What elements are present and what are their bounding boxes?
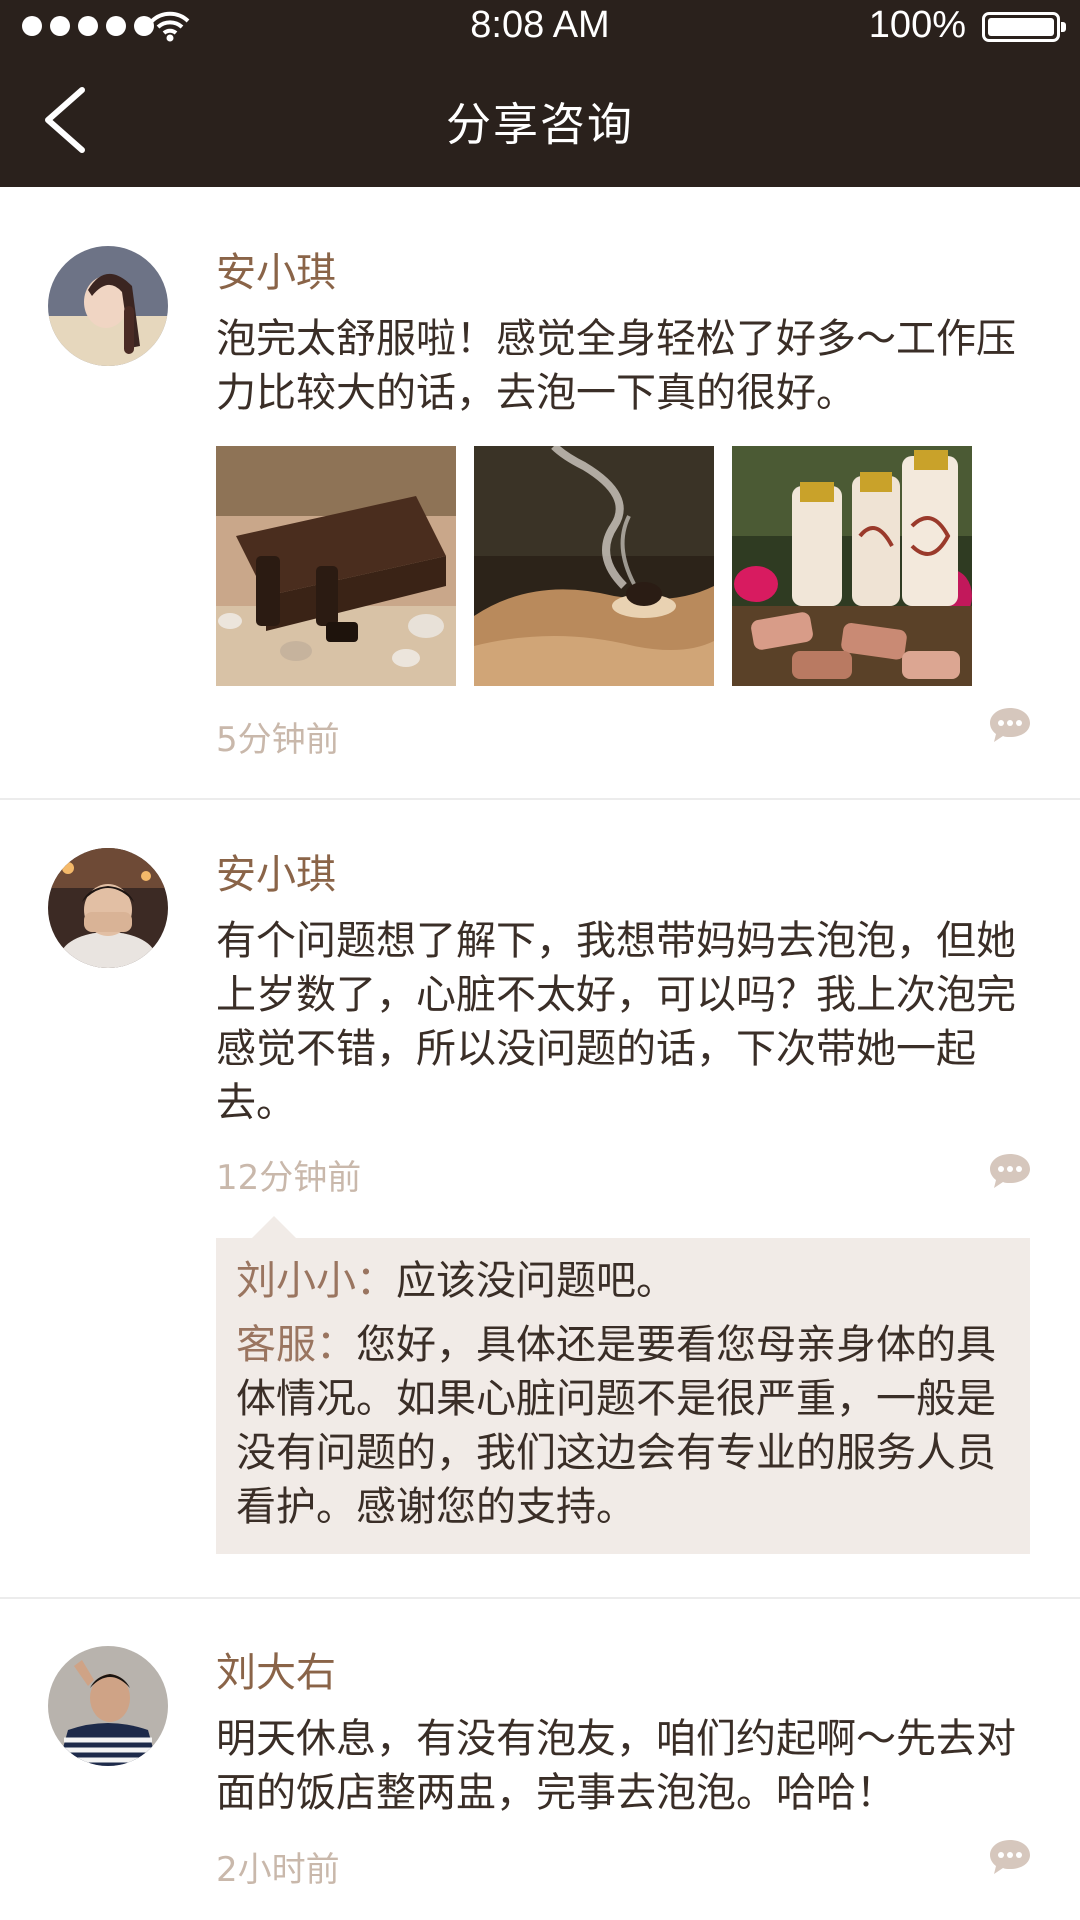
comment-icon[interactable] [988, 1152, 1032, 1190]
reply-pointer [252, 1216, 296, 1238]
battery-icon [982, 12, 1066, 42]
reply-item: 刘小小：应该没问题吧。 [236, 1254, 1016, 1308]
post-time: 2小时前 [216, 1850, 340, 1890]
post-text: 明天休息，有没有泡友，咱们约起啊～先去对面的饭店整两盅，完事去泡泡。哈哈！ [216, 1716, 1016, 1816]
user-name[interactable]: 刘大右 [216, 1640, 336, 1698]
comment-icon[interactable] [988, 1838, 1032, 1876]
reply-box: 刘小小：应该没问题吧。 客服：您好，具体还是要看您母亲身体的具体情况。如果心脏问… [216, 1238, 1030, 1554]
top-bar: 8:08 AM 100% 分享咨询 [0, 0, 1080, 187]
photo-thumbnail[interactable] [474, 446, 714, 686]
reply-text: 应该没问题吧。 [396, 1258, 676, 1304]
divider [0, 1597, 1080, 1599]
divider [0, 798, 1080, 800]
page-title: 分享咨询 [445, 98, 634, 151]
battery-percent: 100% [868, 4, 966, 46]
reply-author[interactable]: 客服： [236, 1322, 356, 1368]
reply-item: 客服：您好，具体还是要看您母亲身体的具体情况。如果心脏问题不是很严重，一般是没有… [236, 1318, 1016, 1534]
post-text: 有个问题想了解下，我想带妈妈去泡泡，但她上岁数了，心脏不太好，可以吗？我上次泡完… [216, 918, 1016, 1126]
post-text: 泡完太舒服啦！感觉全身轻松了好多～工作压力比较大的话，去泡一下真的很好。 [216, 316, 1016, 416]
photo-thumbnail[interactable] [732, 446, 972, 686]
post-time: 5分钟前 [216, 720, 340, 760]
user-name[interactable]: 安小琪 [216, 240, 336, 298]
avatar[interactable] [48, 246, 168, 366]
user-name[interactable]: 安小琪 [216, 842, 336, 900]
reply-author[interactable]: 刘小小： [236, 1258, 396, 1304]
status-bar: 8:08 AM 100% [0, 0, 1080, 54]
avatar[interactable] [48, 848, 168, 968]
avatar[interactable] [48, 1646, 168, 1766]
photo-thumbnail[interactable] [216, 446, 456, 686]
comment-icon[interactable] [988, 706, 1032, 744]
post-time: 12分钟前 [216, 1158, 362, 1198]
